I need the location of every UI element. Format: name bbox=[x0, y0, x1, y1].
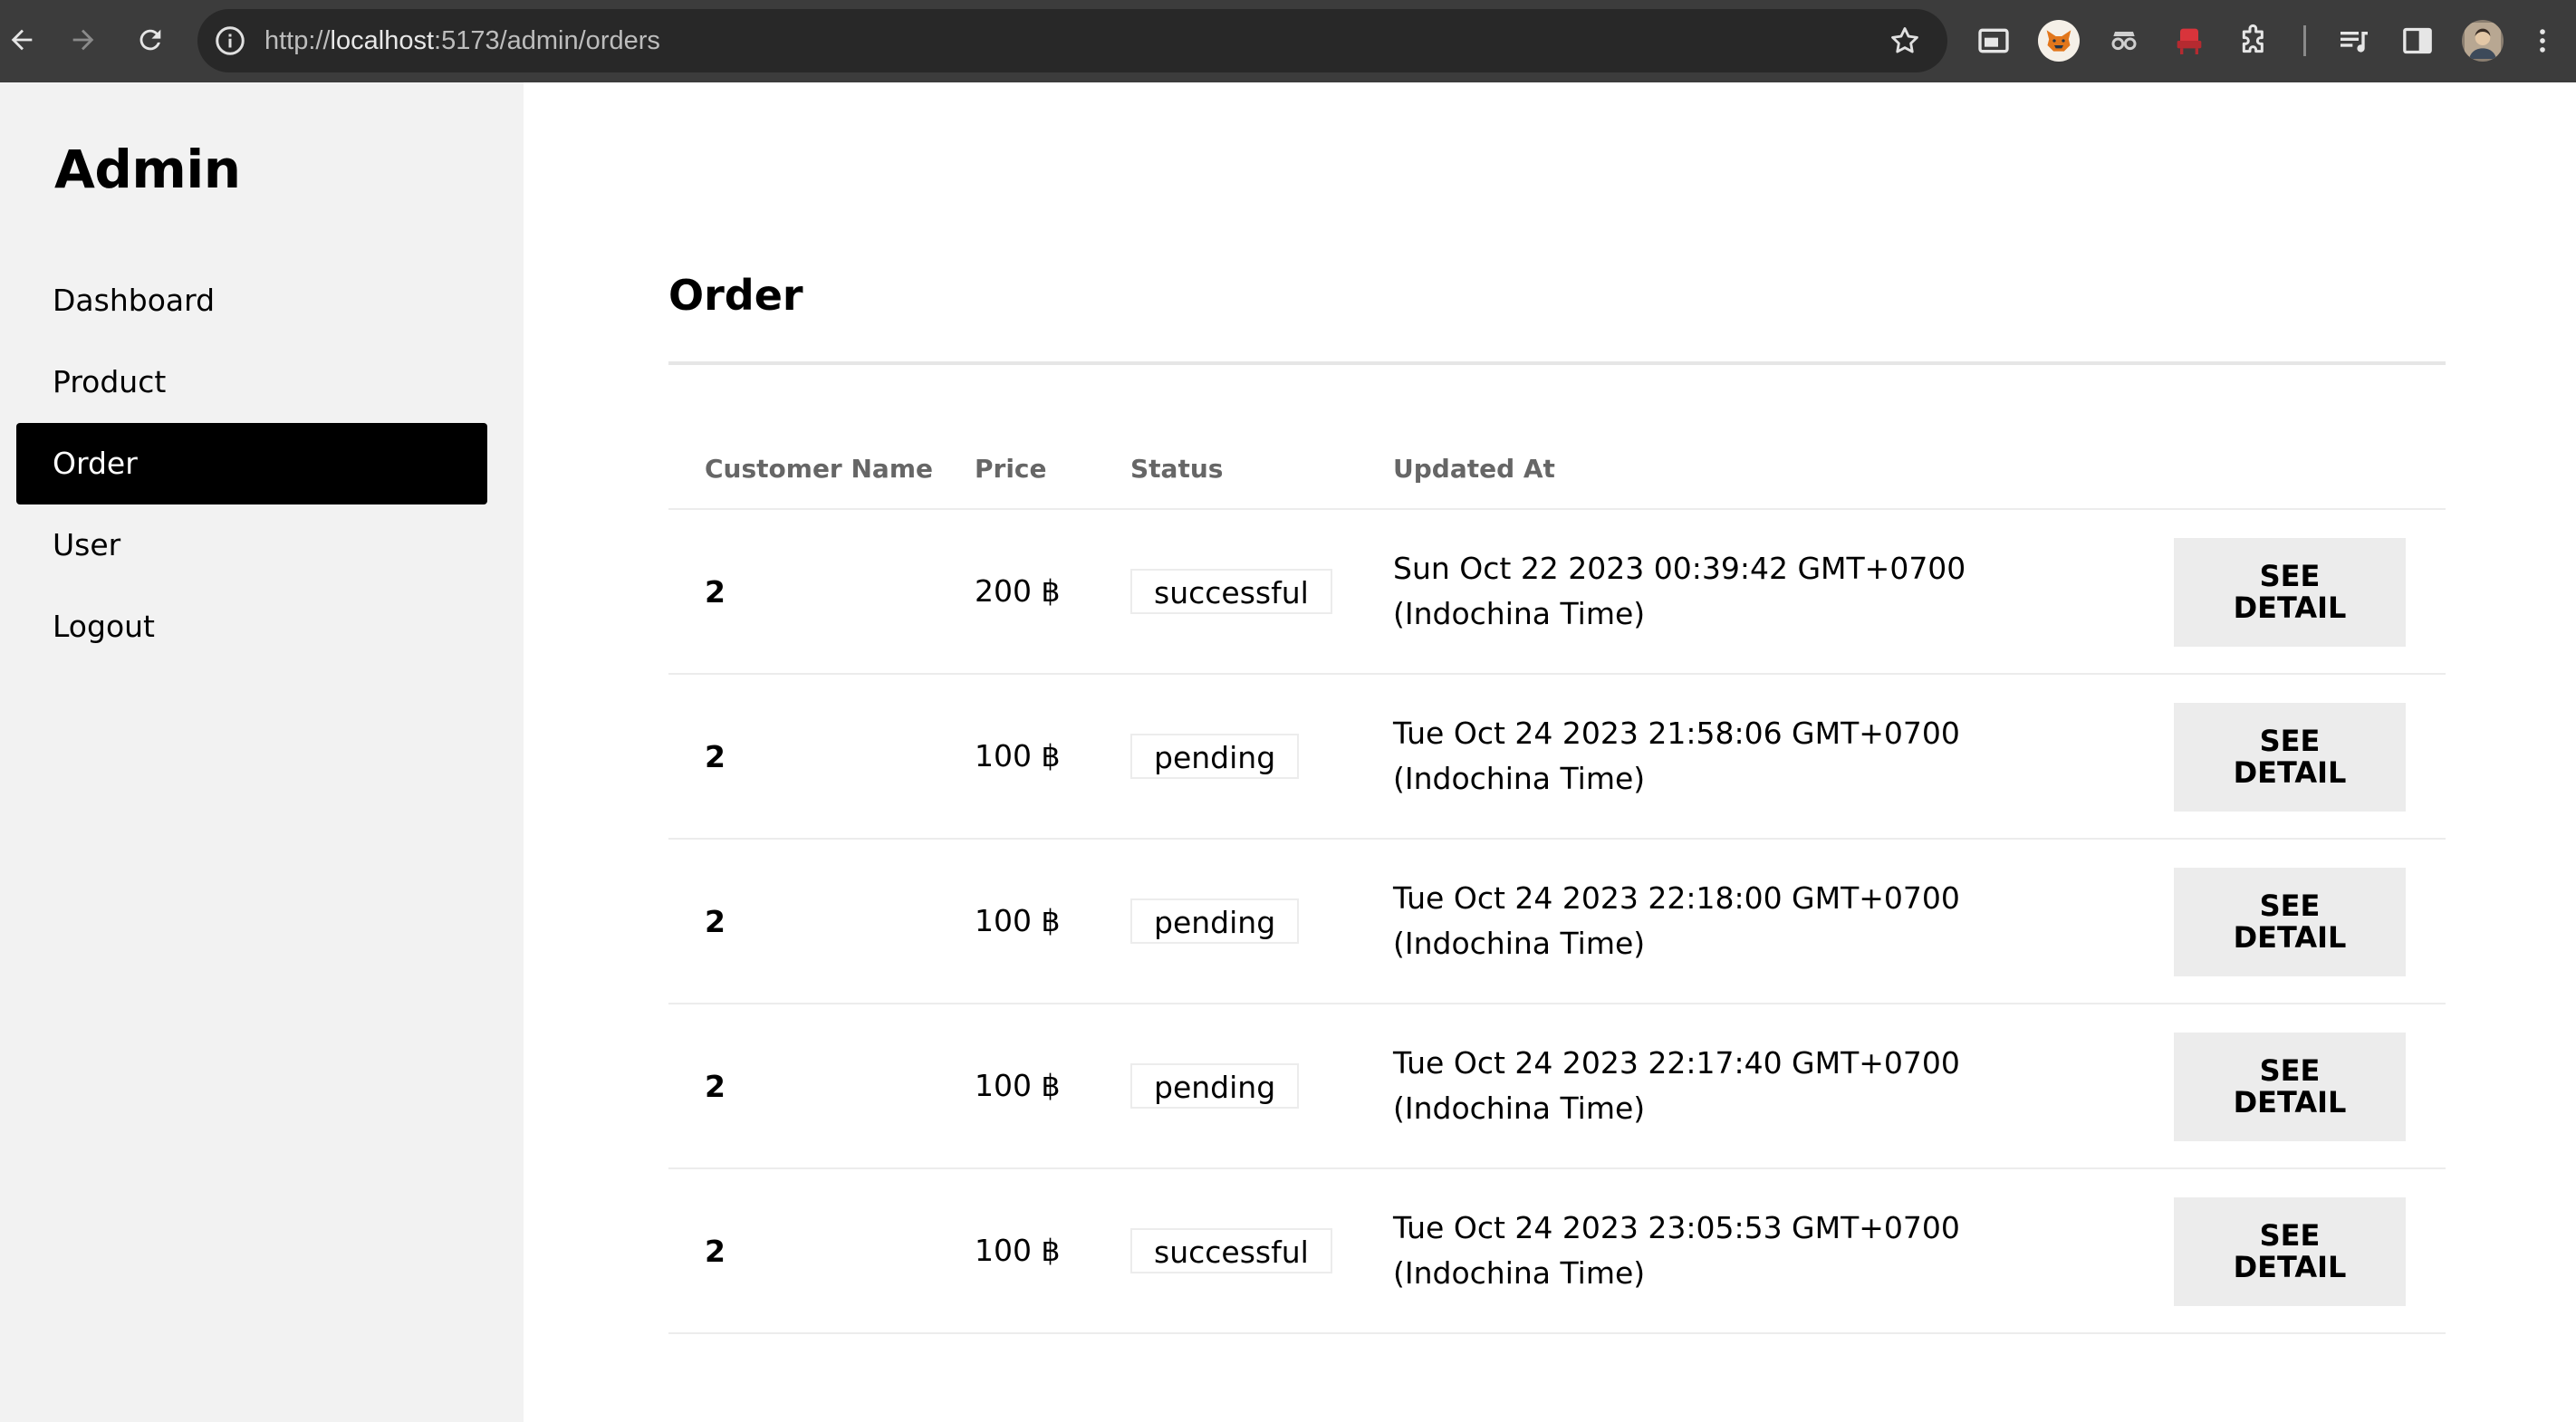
sidebar: Admin Dashboard Product Order User Logou… bbox=[0, 82, 524, 1422]
reload-icon bbox=[139, 29, 161, 51]
sidebar-brand: Admin bbox=[54, 139, 241, 200]
price-cell: 100 ฿ bbox=[975, 1233, 1061, 1268]
picture-in-picture-icon bbox=[1978, 28, 2009, 53]
extension-spy[interactable] bbox=[2103, 20, 2145, 62]
price-cell: 100 ฿ bbox=[975, 738, 1061, 773]
address-bar[interactable]: http://localhost:5173/admin/orders bbox=[197, 9, 1947, 72]
main-content: Order Customer Name Price Status Updated… bbox=[524, 82, 2576, 1422]
header-updated-at: Updated At bbox=[1393, 454, 1555, 484]
bookmark-star-icon[interactable] bbox=[1888, 24, 1922, 58]
table-row: 2 100 ฿ pending Tue Oct 24 2023 21:58:06… bbox=[668, 675, 2446, 840]
title-divider bbox=[668, 361, 2446, 365]
sidebar-item-user[interactable]: User bbox=[16, 504, 487, 586]
price-cell: 200 ฿ bbox=[975, 573, 1061, 609]
info-icon[interactable] bbox=[214, 24, 246, 57]
status-badge: pending bbox=[1130, 1063, 1300, 1109]
side-panel-button[interactable] bbox=[2397, 20, 2438, 62]
page-title: Order bbox=[668, 271, 803, 320]
puzzle-icon bbox=[2242, 24, 2264, 53]
more-vertical-icon bbox=[2540, 29, 2545, 53]
header-status: Status bbox=[1130, 454, 1224, 484]
status-badge: successful bbox=[1130, 569, 1332, 614]
cast-button[interactable] bbox=[1973, 20, 2014, 62]
metamask-extension[interactable] bbox=[2038, 20, 2080, 62]
sidebar-item-logout[interactable]: Logout bbox=[16, 586, 487, 668]
queue-music-icon bbox=[2341, 32, 2368, 53]
browser-toolbar: http://localhost:5173/admin/orders bbox=[0, 0, 2576, 82]
see-detail-button[interactable]: SEE DETAIL bbox=[2174, 538, 2406, 647]
side-panel-icon bbox=[2403, 27, 2432, 54]
table-row: 2 100 ฿ pending Tue Oct 24 2023 22:18:00… bbox=[668, 840, 2446, 1004]
status-cell: successful bbox=[1130, 1169, 1332, 1332]
price-cell: 100 ฿ bbox=[975, 1068, 1061, 1103]
updated-at-cell: Tue Oct 24 2023 21:58:06 GMT+0700 (Indoc… bbox=[1393, 716, 1960, 796]
reload-button[interactable] bbox=[127, 16, 174, 63]
status-cell: pending bbox=[1130, 675, 1300, 838]
see-detail-button[interactable]: SEE DETAIL bbox=[2174, 1197, 2406, 1306]
sidebar-menu: Dashboard Product Order User Logout bbox=[16, 260, 487, 668]
forward-button[interactable] bbox=[60, 16, 107, 63]
table-row: 2 100 ฿ pending Tue Oct 24 2023 22:17:40… bbox=[668, 1004, 2446, 1169]
avatar-icon bbox=[2465, 23, 2501, 59]
back-button[interactable] bbox=[0, 16, 45, 63]
updated-at-cell: Sun Oct 22 2023 00:39:42 GMT+0700 (Indoc… bbox=[1393, 551, 1966, 631]
table-row: 2 200 ฿ successful Sun Oct 22 2023 00:39… bbox=[668, 510, 2446, 675]
red-chair-icon bbox=[2177, 28, 2202, 54]
url-path: :5173/admin/orders bbox=[434, 26, 660, 55]
table-row: 2 100 ฿ successful Tue Oct 24 2023 23:05… bbox=[668, 1169, 2446, 1334]
arrow-left-icon bbox=[11, 29, 33, 51]
status-badge: pending bbox=[1130, 734, 1300, 779]
see-detail-button[interactable]: SEE DETAIL bbox=[2174, 1033, 2406, 1141]
sidebar-item-product[interactable]: Product bbox=[16, 341, 487, 423]
updated-at-cell: Tue Oct 24 2023 22:18:00 GMT+0700 (Indoc… bbox=[1393, 880, 1960, 961]
customer-name-cell: 2 bbox=[705, 738, 726, 774]
arrow-right-icon bbox=[72, 29, 94, 51]
customer-name-cell: 2 bbox=[705, 1233, 726, 1269]
fox-icon bbox=[2046, 30, 2071, 52]
header-price: Price bbox=[975, 454, 1047, 484]
status-badge: successful bbox=[1130, 1228, 1332, 1273]
see-detail-button[interactable]: SEE DETAIL bbox=[2174, 868, 2406, 976]
sidebar-item-dashboard[interactable]: Dashboard bbox=[16, 260, 487, 341]
url-text[interactable]: http://localhost:5173/admin/orders bbox=[264, 9, 660, 72]
updated-at-cell: Tue Oct 24 2023 23:05:53 GMT+0700 (Indoc… bbox=[1393, 1210, 1960, 1291]
see-detail-button[interactable]: SEE DETAIL bbox=[2174, 703, 2406, 812]
customer-name-cell: 2 bbox=[705, 903, 726, 939]
profile-avatar[interactable] bbox=[2462, 20, 2504, 62]
price-cell: 100 ฿ bbox=[975, 903, 1061, 938]
extensions-button[interactable] bbox=[2234, 20, 2275, 62]
status-badge: pending bbox=[1130, 898, 1300, 944]
url-host: localhost bbox=[330, 26, 435, 55]
extension-red[interactable] bbox=[2168, 20, 2210, 62]
status-cell: pending bbox=[1130, 840, 1300, 1003]
sidebar-item-order[interactable]: Order bbox=[16, 423, 487, 504]
header-customer-name: Customer Name bbox=[705, 454, 933, 484]
toolbar-divider bbox=[2303, 25, 2306, 56]
table-header: Customer Name Price Status Updated At bbox=[668, 428, 2446, 510]
status-cell: successful bbox=[1130, 510, 1332, 673]
customer-name-cell: 2 bbox=[705, 1068, 726, 1104]
customer-name-cell: 2 bbox=[705, 573, 726, 610]
orders-table: Customer Name Price Status Updated At 2 … bbox=[668, 428, 2446, 1334]
media-controls-button[interactable] bbox=[2333, 20, 2375, 62]
browser-menu-button[interactable] bbox=[2527, 20, 2558, 62]
updated-at-cell: Tue Oct 24 2023 22:17:40 GMT+0700 (Indoc… bbox=[1393, 1045, 1960, 1126]
status-cell: pending bbox=[1130, 1004, 1300, 1167]
url-prefix: http:// bbox=[264, 26, 331, 55]
spy-glasses-icon bbox=[2111, 32, 2137, 51]
